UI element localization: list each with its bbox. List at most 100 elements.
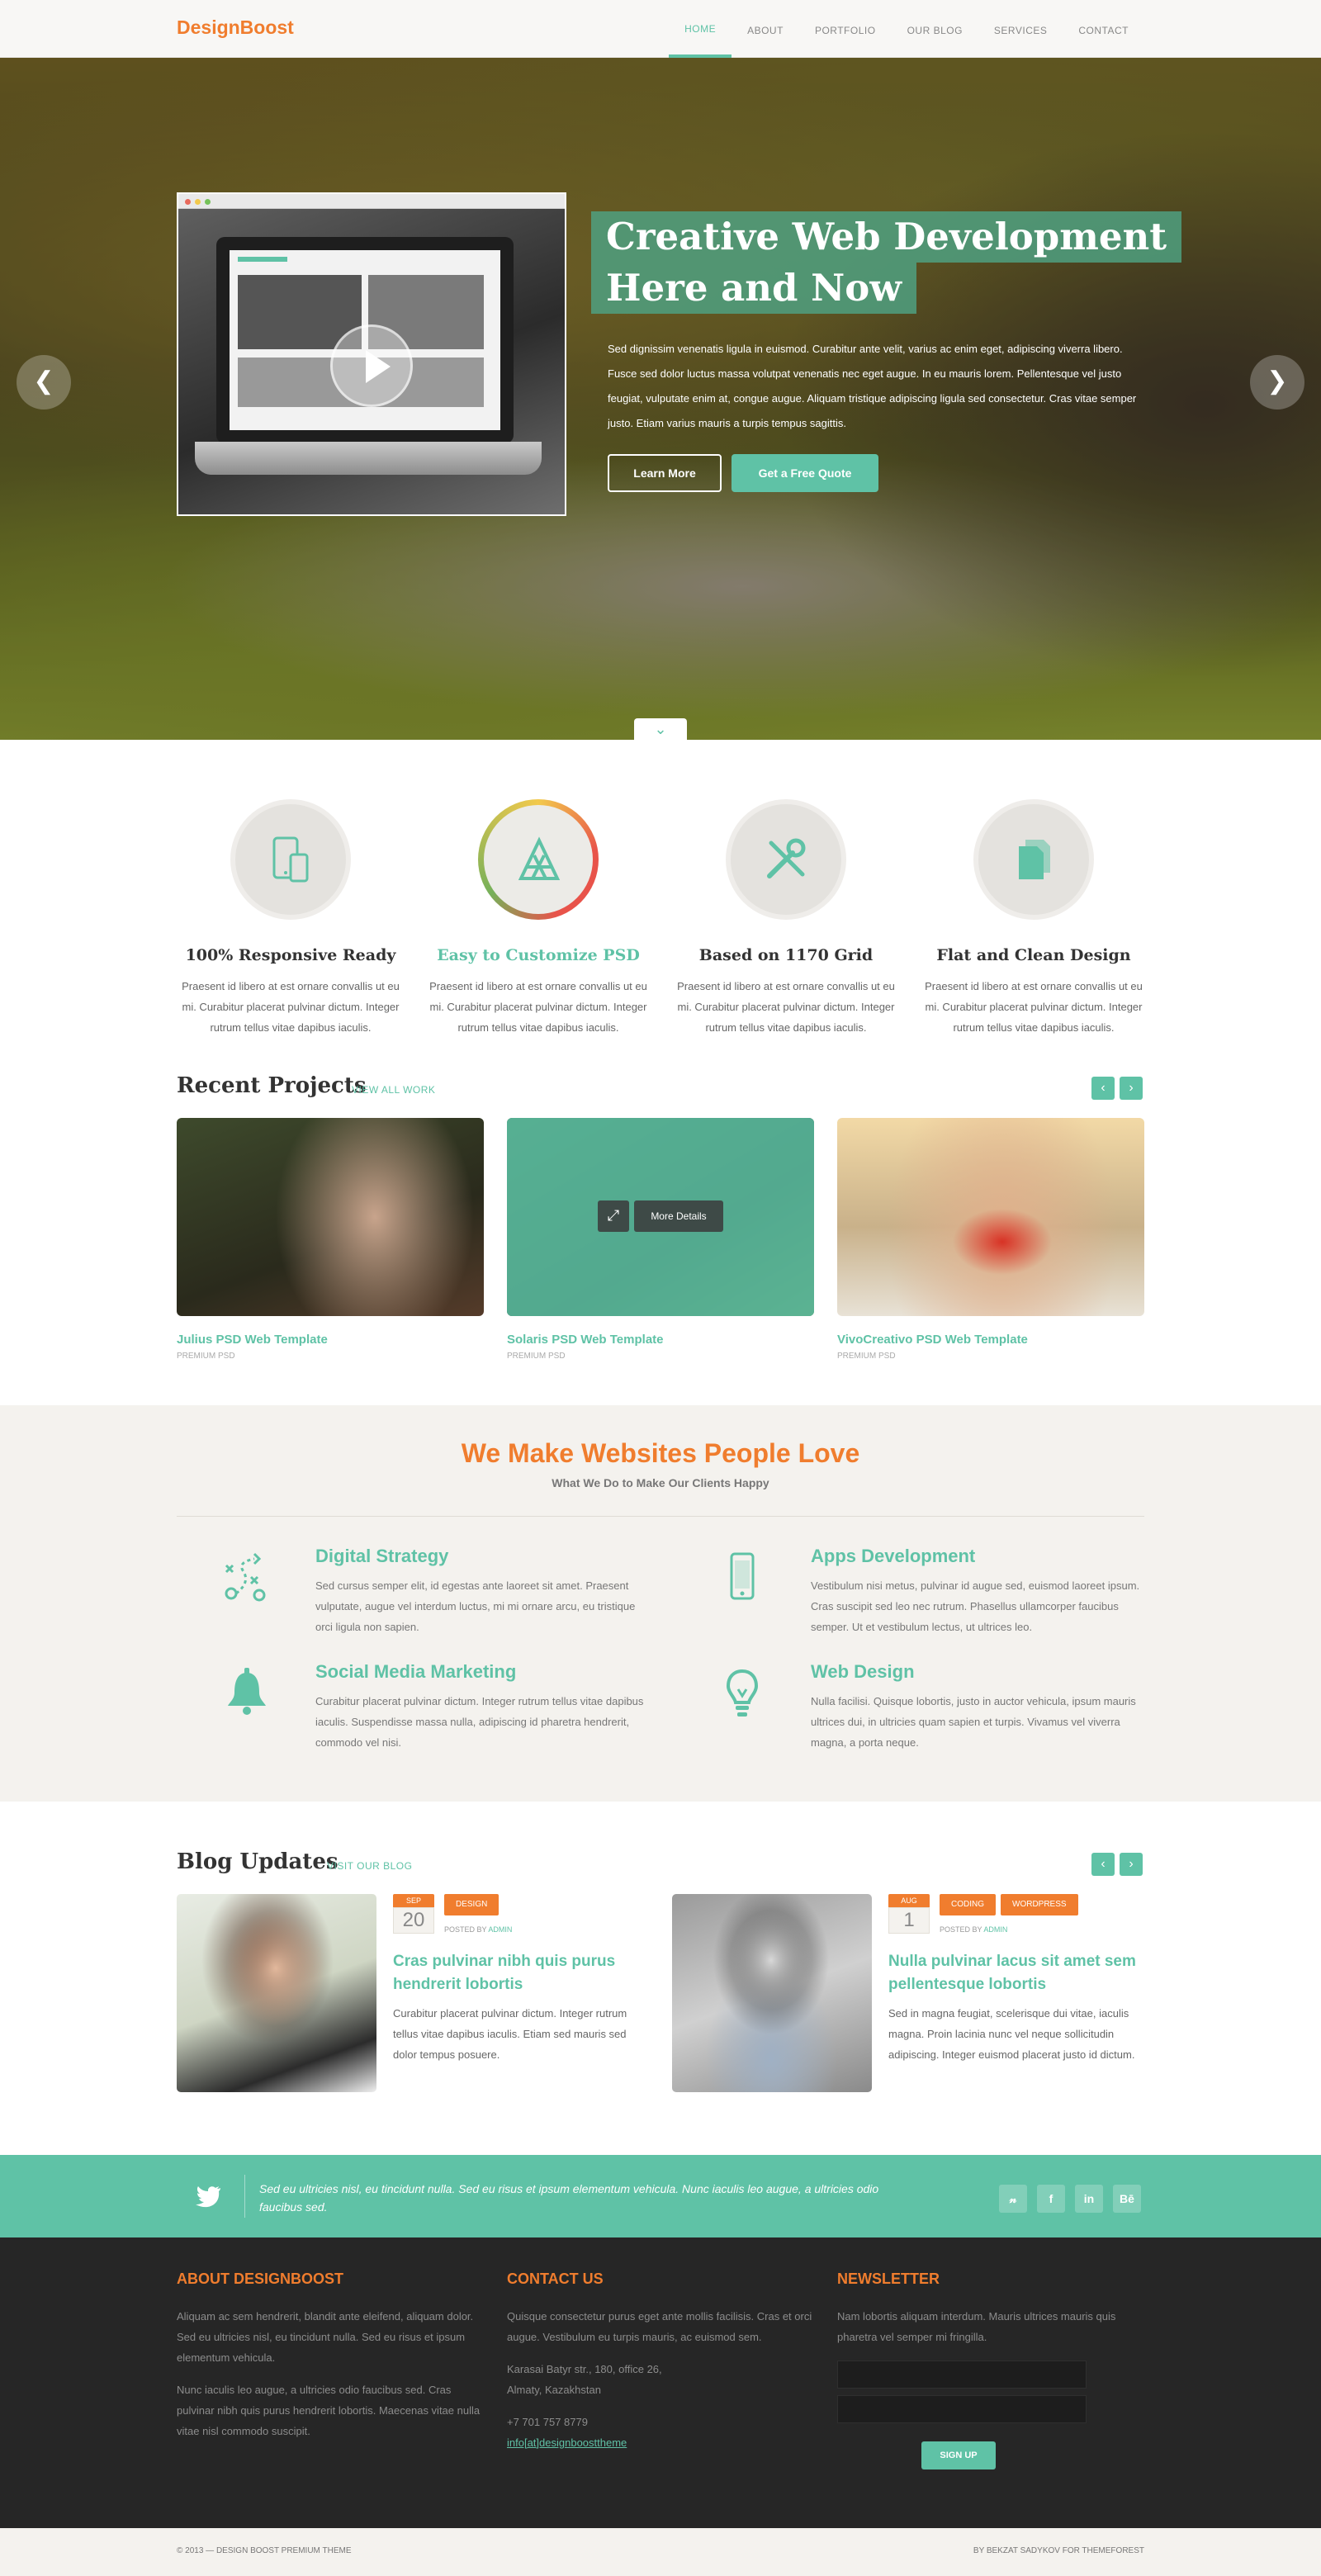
project-image[interactable] <box>837 1118 1144 1316</box>
project-category: PREMIUM PSD <box>177 1352 235 1361</box>
service-title: Apps Development <box>811 1546 976 1566</box>
nav-our-blog[interactable]: OUR BLOG <box>892 0 978 58</box>
post-meta: POSTED BY ADMIN <box>940 1925 1007 1934</box>
hero-title: Creative Web Development Here and Now <box>591 211 1182 314</box>
main-nav: HOME ABOUT PORTFOLIO OUR BLOG SERVICES C… <box>669 0 1144 58</box>
post-meta: POSTED BY ADMIN <box>444 1925 512 1934</box>
blog-next-button[interactable]: › <box>1120 1853 1143 1876</box>
feature-flat: Flat and Clean Design Praesent id libero… <box>920 799 1148 1038</box>
footer-newsletter-text: Nam lobortis aliquam interdum. Mauris ul… <box>837 2310 1116 2343</box>
project-card[interactable]: VivoCreativo PSD Web Template PREMIUM PS… <box>837 1118 1144 1361</box>
post-date: AUG 1 <box>888 1894 930 1934</box>
post-date: SEP 20 <box>393 1894 434 1934</box>
visit-blog-link[interactable]: VISIT OUR BLOG <box>327 1860 412 1872</box>
linkedin-icon[interactable]: in <box>1075 2185 1103 2213</box>
view-all-work-link[interactable]: VIEW ALL WORK <box>352 1084 435 1096</box>
tag-design[interactable]: DESIGN <box>444 1894 500 1915</box>
nav-home[interactable]: HOME <box>669 0 732 58</box>
post-author[interactable]: ADMIN <box>488 1925 512 1934</box>
post-title[interactable]: Cras pulvinar nibh quis purus hendrerit … <box>393 1950 649 1996</box>
hero-title-line1: Creative Web Development <box>591 211 1182 263</box>
site-logo[interactable]: DesignBoost <box>177 17 294 39</box>
project-image[interactable] <box>177 1118 484 1316</box>
footer-contact-text: Quisque consectetur purus eget ante moll… <box>507 2310 812 2343</box>
service-text: Curabitur placerat pulvinar dictum. Inte… <box>315 1695 644 1749</box>
divider <box>177 1516 1144 1517</box>
lightbulb-icon <box>726 1669 759 1717</box>
footer-phone: +7 701 757 8779 <box>507 2416 588 2428</box>
footer-bottom-bar: © 2013 — DESIGN BOOST PREMIUM THEME BY B… <box>0 2528 1321 2576</box>
facebook-icon[interactable]: f <box>1037 2185 1065 2213</box>
feature-customize: Easy to Customize PSD Praesent id libero… <box>424 799 652 1038</box>
play-icon[interactable] <box>330 324 413 407</box>
nav-contact[interactable]: CONTACT <box>1063 0 1144 58</box>
services-title: We Make Websites People Love <box>461 1438 860 1468</box>
footer-newsletter: NEWSLETTER Nam lobortis aliquam interdum… <box>837 2271 1144 2469</box>
window-dot-icon <box>185 199 191 205</box>
service-title: Web Design <box>811 1661 915 1682</box>
twitter-icon[interactable]: 𝓃 <box>999 2185 1027 2213</box>
service-title: Social Media Marketing <box>315 1661 517 1682</box>
feature-responsive: 100% Responsive Ready Praesent id libero… <box>177 799 405 1038</box>
service-text: Nulla facilisi. Quisque lobortis, justo … <box>811 1695 1136 1749</box>
blog-title: Blog Updates <box>177 1849 339 1874</box>
app-store-icon[interactable] <box>478 799 599 920</box>
services-subtitle: What We Do to Make Our Clients Happy <box>552 1476 769 1489</box>
feature-title: Easy to Customize PSD <box>437 946 640 964</box>
post-day: 1 <box>888 1907 930 1934</box>
projects-next-button[interactable]: › <box>1120 1077 1143 1100</box>
slider-next-button[interactable]: ❯ <box>1250 355 1304 410</box>
slider-prev-button[interactable]: ❮ <box>17 355 71 410</box>
nav-portfolio[interactable]: PORTFOLIO <box>799 0 892 58</box>
tag-wordpress[interactable]: WORDPRESS <box>1001 1894 1078 1915</box>
mobile-icon <box>730 1552 755 1600</box>
projects-title: Recent Projects <box>177 1073 367 1098</box>
laptop-base <box>195 442 542 475</box>
newsletter-email-input[interactable] <box>837 2395 1087 2423</box>
project-card[interactable]: ⤢ More Details Solaris PSD Web Template … <box>507 1118 814 1361</box>
blog-prev-button[interactable]: ‹ <box>1091 1853 1115 1876</box>
feature-title: Based on 1170 Grid <box>698 946 874 964</box>
newsletter-name-input[interactable] <box>837 2361 1087 2389</box>
project-category: PREMIUM PSD <box>837 1352 896 1361</box>
learn-more-button[interactable]: Learn More <box>608 454 722 492</box>
feature-text: Praesent id libero at est ornare convall… <box>429 980 647 1034</box>
post-author[interactable]: ADMIN <box>983 1925 1007 1934</box>
service-text: Vestibulum nisi metus, pulvinar id augue… <box>811 1579 1140 1633</box>
nav-about[interactable]: ABOUT <box>732 0 799 58</box>
project-image[interactable]: ⤢ More Details <box>507 1118 814 1316</box>
hero-title-line2: Here and Now <box>591 263 917 314</box>
feature-text: Praesent id libero at est ornare convall… <box>677 980 895 1034</box>
project-title[interactable]: Julius PSD Web Template <box>177 1333 484 1347</box>
window-dot-icon <box>195 199 201 205</box>
post-tags: DESIGN <box>444 1894 500 1915</box>
divider <box>244 2175 245 2218</box>
project-title[interactable]: VivoCreativo PSD Web Template <box>837 1333 1144 1347</box>
behance-icon[interactable]: Bē <box>1113 2185 1141 2213</box>
projects-prev-button[interactable]: ‹ <box>1091 1077 1115 1100</box>
nav-services[interactable]: SERVICES <box>978 0 1063 58</box>
project-title[interactable]: Solaris PSD Web Template <box>507 1333 814 1347</box>
project-card[interactable]: Julius PSD Web Template PREMIUM PSD <box>177 1118 484 1361</box>
footer-email-link[interactable]: info[at]designboosttheme <box>507 2436 627 2449</box>
devices-icon <box>230 799 351 920</box>
tools-icon <box>726 799 846 920</box>
tag-coding[interactable]: CODING <box>940 1894 996 1915</box>
documents-icon <box>973 799 1094 920</box>
hero-video-frame[interactable] <box>177 192 566 516</box>
blog-post-image[interactable] <box>177 1894 376 2092</box>
posted-by-label: POSTED BY <box>940 1925 982 1934</box>
expand-icon[interactable]: ⤢ <box>598 1200 629 1232</box>
more-details-button[interactable]: More Details <box>634 1200 723 1232</box>
hero-description: Sed dignissim venenatis ligula in euismo… <box>608 343 1137 429</box>
free-quote-button[interactable]: Get a Free Quote <box>732 454 878 492</box>
post-month: AUG <box>888 1894 930 1907</box>
signup-button[interactable]: SIGN UP <box>921 2441 996 2469</box>
footer-about: ABOUT DESIGNBOOST Aliquam ac sem hendrer… <box>177 2271 484 2441</box>
latest-tweet: Sed eu ultricies nisl, eu tincidunt null… <box>259 2182 879 2214</box>
copyright-text: © 2013 — DESIGN BOOST PREMIUM THEME <box>177 2546 352 2555</box>
scroll-down-icon[interactable]: ⌄ <box>634 718 687 740</box>
blog-post-image[interactable] <box>672 1894 872 2092</box>
post-excerpt: Curabitur placerat pulvinar dictum. Inte… <box>393 2007 627 2061</box>
post-title[interactable]: Nulla pulvinar lacus sit amet sem pellen… <box>888 1950 1144 1996</box>
